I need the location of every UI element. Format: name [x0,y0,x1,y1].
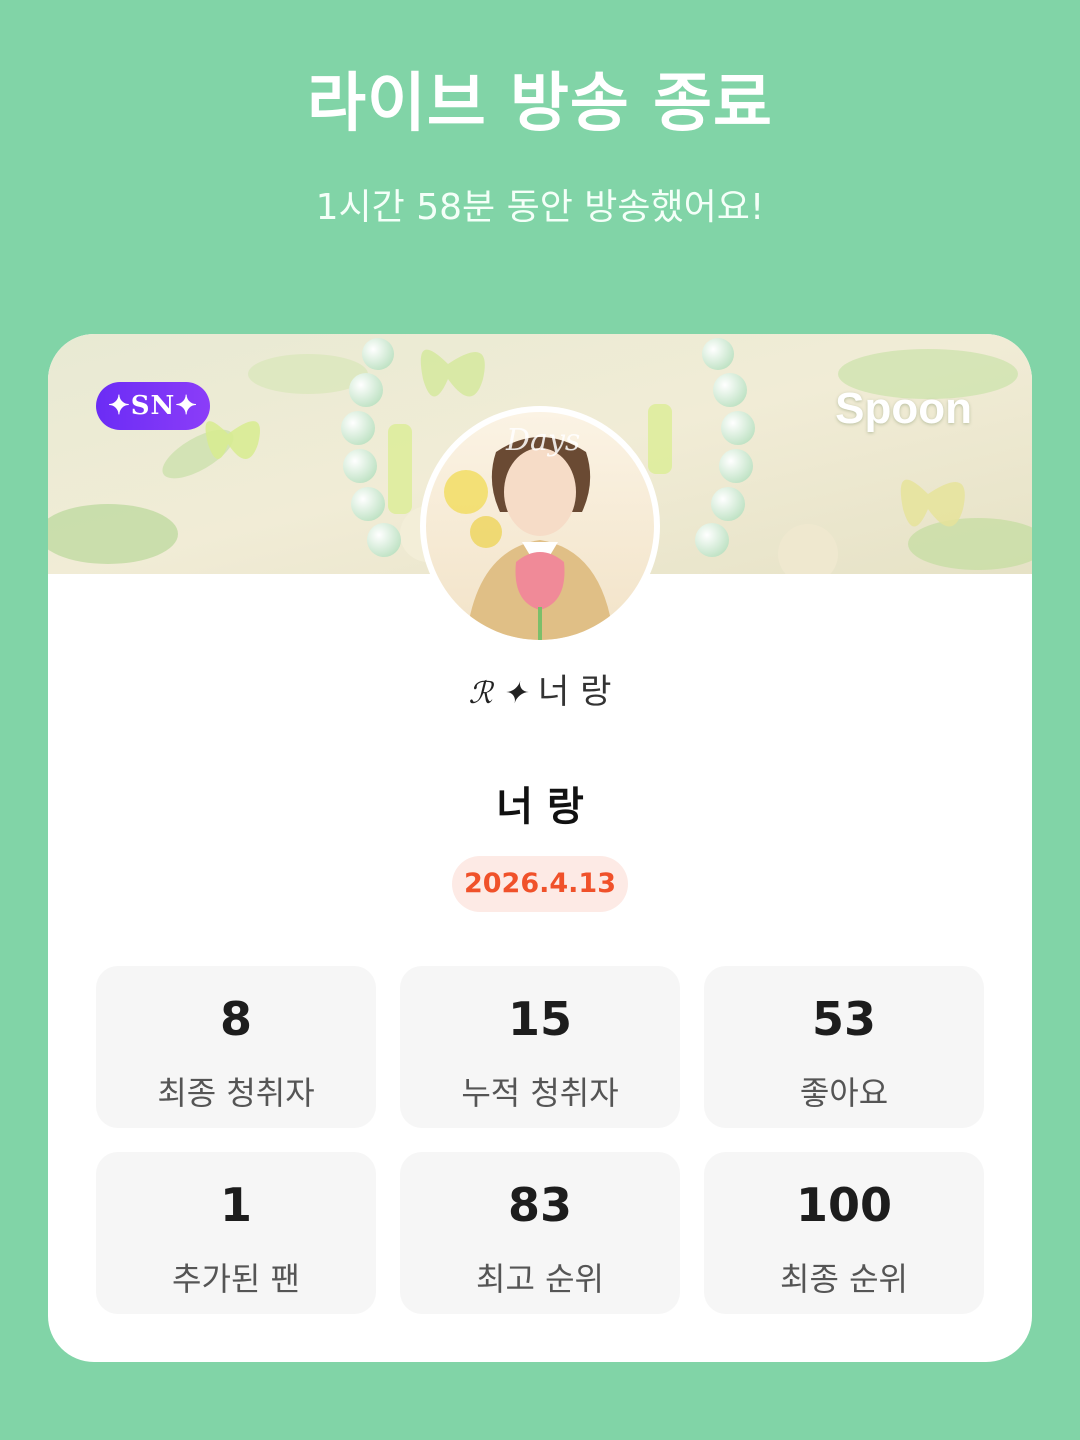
stat-value: 1 [219,1178,252,1232]
nickname-small-text: 너 랑 [538,672,612,712]
page-title: 라이브 방송 종료 [307,67,773,141]
stat-highest-rank: 83 최고 순위 [400,1152,680,1314]
stat-new-fans: 1 추가된 팬 [96,1152,376,1314]
broadcast-duration: 1시간 58분 동안 방송했어요! [315,187,765,228]
stat-label: 최종 청취자 [157,1074,315,1112]
stat-likes: 53 좋아요 [704,966,984,1128]
stat-total-listeners: 15 누적 청취자 [400,966,680,1128]
dj-nickname: 너 랑 [496,784,584,830]
stat-final-rank: 100 최종 순위 [704,1152,984,1314]
dj-nickname-with-decoration: ℛ ✦ 너 랑 [48,664,1032,713]
stat-label: 최종 순위 [780,1260,908,1298]
stat-label: 추가된 팬 [172,1260,300,1298]
avatar: Days [420,406,660,646]
stat-value: 8 [219,992,252,1046]
broadcast-date-badge: 2026.4.13 [452,856,628,912]
stat-value: 100 [795,1178,893,1232]
stat-label: 최고 순위 [476,1260,604,1298]
svg-text:Days: Days [505,423,580,458]
broadcast-summary-card: ✦SN✦ Spoon Days ℛ ✦ 너 랑 너 랑 2026.4.13 8 … [48,334,1032,1362]
stat-label: 누적 청취자 [461,1074,619,1112]
spoon-logo: Spoon [835,384,972,433]
nickname-decoration: ℛ ✦ [468,676,528,711]
stat-value: 15 [507,992,572,1046]
stat-label: 좋아요 [799,1074,889,1112]
tier-badge: ✦SN✦ [96,382,210,430]
stat-value: 83 [507,1178,572,1232]
stat-final-listeners: 8 최종 청취자 [96,966,376,1128]
profile-image-icon: Days [426,412,654,640]
stat-value: 53 [811,992,876,1046]
